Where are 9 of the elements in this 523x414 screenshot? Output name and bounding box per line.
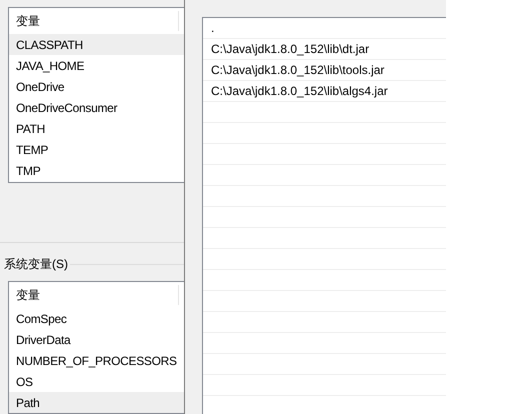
path-entry[interactable]: C:\Java\jdk1.8.0_152\lib\tools.jar [203,60,446,81]
path-entry[interactable]: . [203,18,446,39]
variable-row[interactable]: Path [9,392,184,413]
path-entry[interactable]: C:\Java\jdk1.8.0_152\lib\algs4.jar [203,81,446,102]
column-header[interactable]: 变量 [9,12,178,30]
variable-row[interactable]: CLASSPATH [9,34,184,55]
path-entry[interactable]: C:\Java\jdk1.8.0_152\lib\dt.jar [203,39,446,60]
column-header[interactable]: 变量 [9,286,178,304]
group-title: 系统变量(S) [3,256,69,273]
